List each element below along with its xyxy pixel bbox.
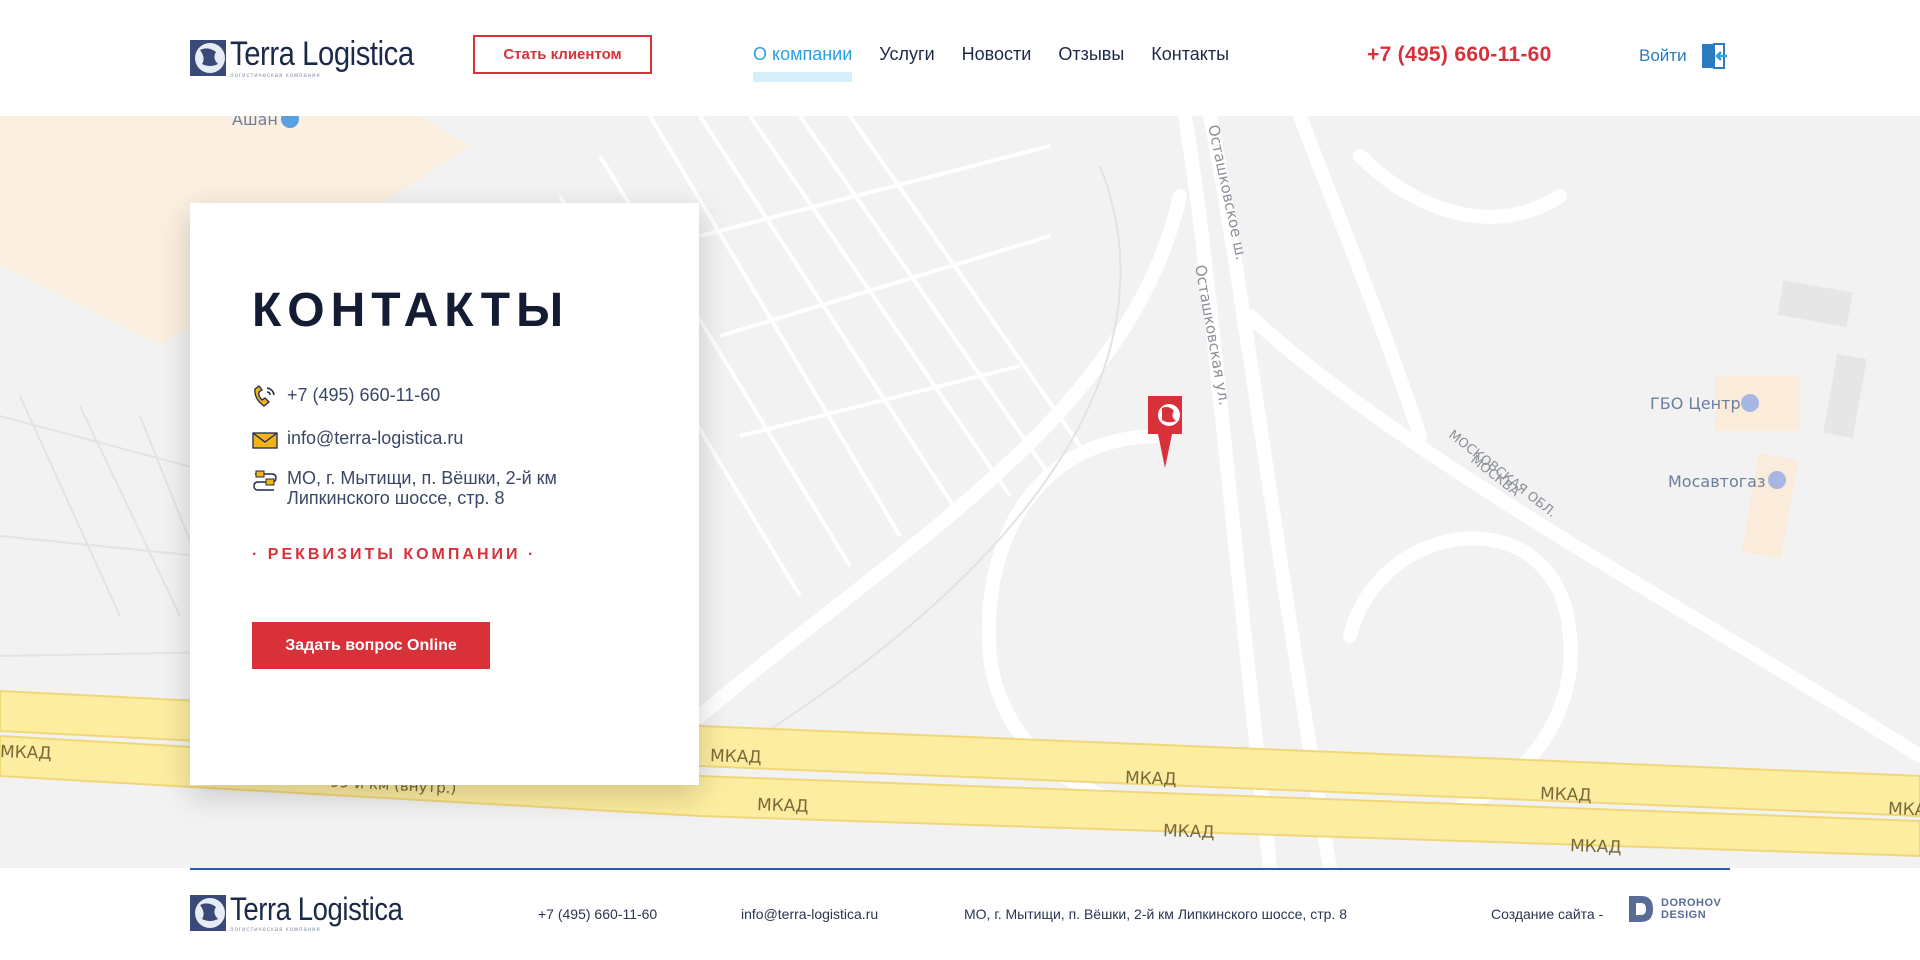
dorohov-d-icon: [1629, 896, 1653, 922]
contact-phone: +7 (495) 660-11-60: [287, 385, 441, 405]
login-button[interactable]: Войти: [1639, 42, 1729, 70]
footer-creator-label: Создание сайта -: [1491, 906, 1604, 922]
map-label-mkad: МКАД: [1124, 768, 1177, 790]
footer-email[interactable]: info@terra-logistica.ru: [741, 906, 878, 922]
logo-name: Terra Logistica: [230, 35, 414, 73]
company-requisites-link[interactable]: · РЕКВИЗИТЫ КОМПАНИИ ·: [252, 546, 536, 564]
main-nav: О компании Услуги Новости Отзывы Контакт…: [753, 44, 1256, 82]
map-route-icon: [253, 470, 277, 491]
login-door-icon: [1701, 43, 1727, 69]
dorohov-design-logo[interactable]: DOROHOV DESIGN: [1627, 894, 1721, 924]
footer-phone[interactable]: +7 (495) 660-11-60: [538, 906, 657, 922]
dorohov-name-2: DESIGN: [1661, 909, 1707, 921]
nav-item-news[interactable]: Новости: [962, 44, 1032, 65]
phone-icon: [254, 385, 275, 407]
contact-address-line2: Липкинского шоссе, стр. 8: [287, 488, 505, 508]
contact-phone-row[interactable]: +7 (495) 660-11-60: [252, 385, 440, 409]
map-label-mkad: МКАД: [0, 742, 52, 764]
nav-item-services[interactable]: Услуги: [879, 44, 934, 65]
contact-address-row: МО, г. Мытищи, п. Вёшки, 2-й км Липкинск…: [252, 468, 557, 508]
become-client-button[interactable]: Стать клиентом: [473, 35, 652, 74]
contact-address-line1: МО, г. Мытищи, п. Вёшки, 2-й км: [287, 468, 557, 488]
nav-item-about[interactable]: О компании: [753, 44, 853, 82]
contacts-card: КОНТАКТЫ +7 (495) 660-11-60 info@terra-l…: [190, 203, 699, 785]
footer-logo-subtitle: логистическая компания: [230, 927, 321, 933]
map-poi-gbo[interactable]: ГБО Центр: [1650, 394, 1741, 413]
envelope-icon: [252, 432, 278, 449]
footer-logo-name: Terra Logistica: [230, 891, 403, 927]
map-poi-ashan[interactable]: Ашан: [232, 116, 278, 129]
header-logo[interactable]: Terra Logistica логистическая компания: [190, 36, 444, 80]
header-phone[interactable]: +7 (495) 660-11-60: [1367, 43, 1552, 67]
contact-address: МО, г. Мытищи, п. Вёшки, 2-й км Липкинск…: [287, 468, 557, 508]
globe-logo-icon: [190, 40, 226, 76]
footer-address: МО, г. Мытищи, п. Вёшки, 2-й км Липкинск…: [964, 906, 1347, 922]
site-footer: Terra Logistica логистическая компания +…: [0, 868, 1920, 960]
map-label-mkad: МКАД: [1539, 784, 1592, 806]
footer-logo[interactable]: Terra Logistica логистическая компания: [190, 893, 431, 933]
login-label: Войти: [1639, 46, 1687, 65]
map-label-mkad: МКАД: [1887, 799, 1920, 821]
footer-divider: [190, 868, 1730, 870]
map-poi-mosavtogaz[interactable]: Мосавтогаз: [1668, 472, 1765, 491]
contact-email-row[interactable]: info@terra-logistica.ru: [252, 428, 463, 452]
contact-email: info@terra-logistica.ru: [287, 428, 464, 448]
map-label-mkad: МКАД: [756, 795, 809, 817]
logo-subtitle: логистическая компания: [230, 73, 321, 79]
dorohov-name-1: DOROHOV: [1661, 897, 1722, 909]
globe-logo-icon: [190, 895, 226, 931]
map-label-mkad: МКАД: [1569, 836, 1622, 858]
site-header: Terra Logistica логистическая компания С…: [0, 0, 1920, 116]
ask-question-button[interactable]: Задать вопрос Online: [252, 622, 490, 669]
map-label-mkad: МКАД: [1162, 821, 1215, 843]
map-label-mkad: МКАД: [709, 746, 762, 768]
contacts-title: КОНТАКТЫ: [252, 284, 570, 337]
nav-item-reviews[interactable]: Отзывы: [1058, 44, 1124, 65]
company-map-marker[interactable]: [1148, 396, 1182, 468]
nav-item-contacts[interactable]: Контакты: [1151, 44, 1229, 65]
